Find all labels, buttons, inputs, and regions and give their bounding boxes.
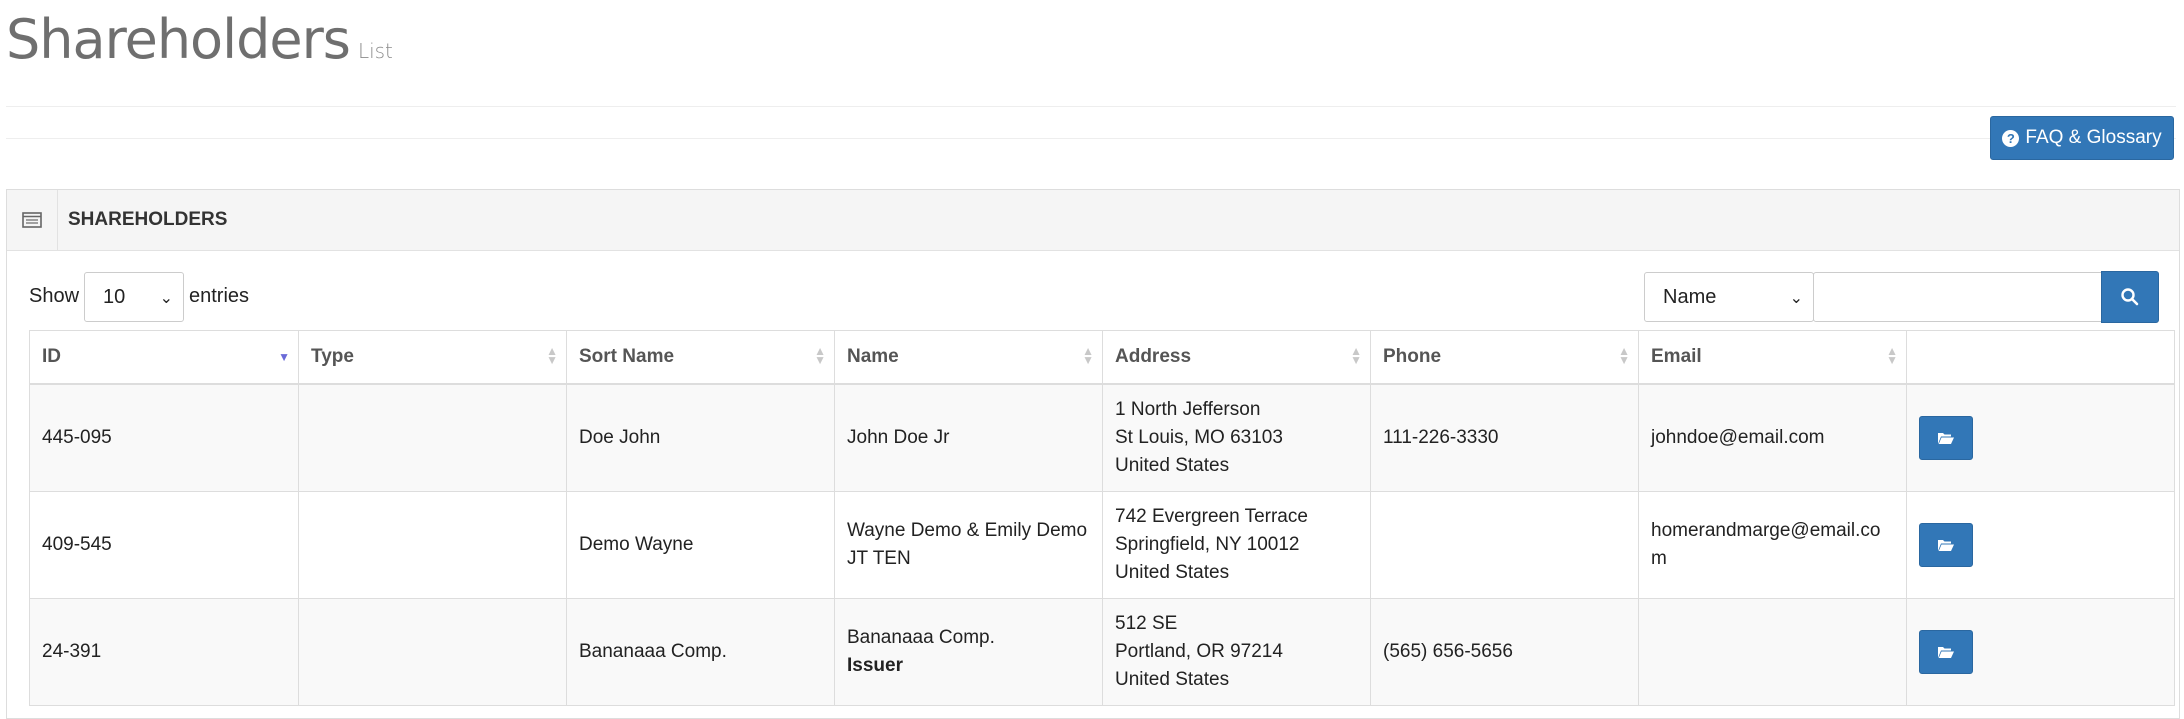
folder-open-icon [1938,433,1954,444]
cell-id: 445-095 [29,383,299,492]
cell-address: 512 SE Portland, OR 97214 United States [1102,598,1371,706]
chevron-down-icon: ⌄ [159,290,173,307]
column-header-name[interactable]: Name ▲ ▼ [834,330,1103,385]
search-button[interactable] [2101,271,2159,323]
name-text: John Doe Jr [847,427,950,448]
table-row: 24-391 Bananaaa Comp. Bananaaa Comp. Iss… [29,598,2175,706]
table-controls: Show 10 ⌄ entries Name ⌄ [29,271,2179,324]
cell-type [298,383,567,492]
column-header-label: Email [1651,346,1702,367]
table-header-row: ID ▼ Type ▲ ▼ Sort Name ▲ ▼ Name ▲ ▼ Address ▲ ▼ … [29,330,2175,385]
sort-icon: ▲ ▼ [1350,344,1362,367]
sort-icon: ▲ ▼ [1618,344,1630,367]
cell-phone: (565) 656-5656 [1370,598,1639,706]
sort-desc-icon: ▼ [278,350,290,364]
sort-icon: ▲ ▼ [814,344,826,367]
cell-actions [1906,383,2175,492]
column-header-label: Name [847,346,899,367]
cell-email [1638,598,1907,706]
cell-sort-name: Bananaaa Comp. [566,598,835,706]
list-icon [22,212,42,228]
address-line: 1 North Jefferson [1115,399,1261,420]
sort-icon: ▲ ▼ [1886,344,1898,367]
open-shareholder-button[interactable] [1919,416,1973,460]
column-header-label: Phone [1383,346,1442,367]
cell-type [298,598,567,706]
address-line: St Louis, MO 63103 [1115,427,1283,448]
column-header-label: Type [311,346,354,367]
column-header-label: Address [1115,346,1192,367]
question-circle-icon: ? [2002,129,2020,147]
column-header-address[interactable]: Address ▲ ▼ [1102,330,1371,385]
cell-email: homerandmarge@email.com [1638,491,1907,599]
folder-open-icon [1938,540,1954,551]
cell-name: Bananaaa Comp. Issuer [834,598,1103,706]
name-role: Issuer [847,655,903,676]
address-line: 512 SE [1115,613,1178,634]
shareholders-panel: SHAREHOLDERS Show 10 ⌄ entries Name ⌄ ID… [6,189,2180,719]
column-header-actions [1906,330,2175,385]
search-field-value: Name [1663,285,1717,308]
entries-label: entries [189,285,250,307]
faq-glossary-button[interactable]: ? FAQ & Glossary [1990,116,2174,160]
cell-phone: 111-226-3330 [1370,383,1639,492]
page-title-text: Shareholders [6,8,351,71]
cell-type [298,491,567,599]
divider [6,106,2176,107]
panel-icon-cell [7,190,58,250]
address-line: Springfield, NY 10012 [1115,534,1300,555]
column-header-phone[interactable]: Phone ▲ ▼ [1370,330,1639,385]
name-text: Wayne Demo & Emily Demo JT TEN [847,520,1088,569]
page-title: Shareholders List [6,8,393,71]
column-header-email[interactable]: Email ▲ ▼ [1638,330,1907,385]
cell-id: 409-545 [29,491,299,599]
page-length-value: 10 [103,285,126,308]
column-header-sort-name[interactable]: Sort Name ▲ ▼ [566,330,835,385]
column-header-label: ID [42,346,61,367]
panel-header: SHAREHOLDERS [7,190,2179,251]
sort-icon: ▲ ▼ [1082,344,1094,367]
table-row: 445-095 Doe John John Doe Jr 1 North Jef… [29,383,2175,492]
search-field-select[interactable]: Name ⌄ [1644,272,1814,322]
name-text: Bananaaa Comp. [847,627,995,648]
cell-actions [1906,491,2175,599]
open-shareholder-button[interactable] [1919,630,1973,674]
cell-name: John Doe Jr [834,383,1103,492]
cell-sort-name: Doe John [566,383,835,492]
cell-address: 1 North Jefferson St Louis, MO 63103 Uni… [1102,383,1371,492]
page-length-select[interactable]: 10 ⌄ [84,272,184,322]
address-line: United States [1115,669,1230,690]
sort-icon: ▲ ▼ [546,344,558,367]
cell-email: johndoe@email.com [1638,383,1907,492]
column-header-id[interactable]: ID ▼ [29,330,299,385]
address-line: 742 Evergreen Terrace [1115,506,1308,527]
cell-name: Wayne Demo & Emily Demo JT TEN [834,491,1103,599]
column-header-type[interactable]: Type ▲ ▼ [298,330,567,385]
column-header-label: Sort Name [579,346,675,367]
search-input[interactable] [1813,272,2103,322]
cell-id: 24-391 [29,598,299,706]
address-line: United States [1115,455,1230,476]
folder-open-icon [1938,647,1954,658]
open-shareholder-button[interactable] [1919,523,1973,567]
table-row: 409-545 Demo Wayne Wayne Demo & Emily De… [29,491,2175,599]
page-subtitle: List [357,39,393,63]
shareholders-table: ID ▼ Type ▲ ▼ Sort Name ▲ ▼ Name ▲ ▼ Address ▲ ▼ … [29,330,2175,706]
chevron-down-icon: ⌄ [1789,290,1803,307]
panel-title: SHAREHOLDERS [68,209,228,230]
faq-glossary-label: FAQ & Glossary [2025,127,2162,148]
cell-sort-name: Demo Wayne [566,491,835,599]
show-label: Show [29,285,80,307]
search-icon [2121,288,2139,306]
cell-phone [1370,491,1639,599]
address-line: Portland, OR 97214 [1115,641,1283,662]
divider [6,138,2176,139]
cell-address: 742 Evergreen Terrace Springfield, NY 10… [1102,491,1371,599]
cell-actions [1906,598,2175,706]
address-line: United States [1115,562,1230,583]
